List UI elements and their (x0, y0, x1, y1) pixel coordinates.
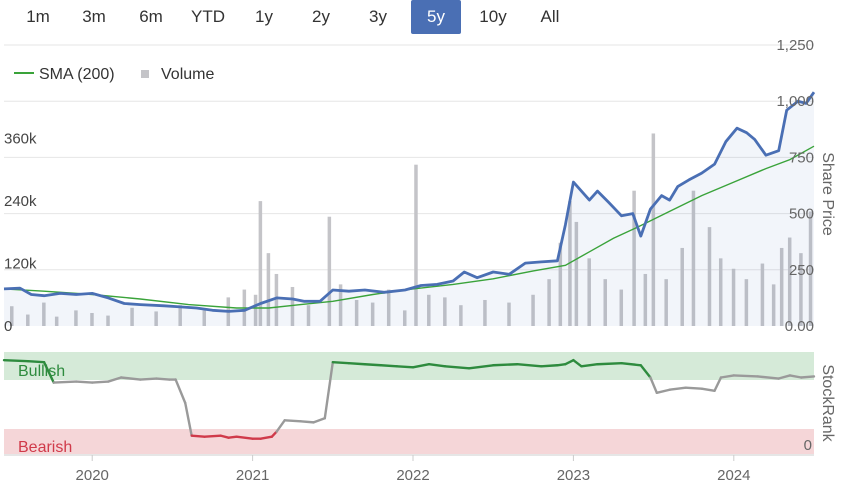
bearish-zone (4, 429, 814, 454)
stockrank-segment-35 (492, 363, 519, 367)
bullish-label: Bullish (18, 363, 65, 380)
stockrank-segment-4 (74, 380, 94, 384)
volume-tick-0: 0 (4, 318, 12, 335)
stockrank-segment-3 (52, 380, 78, 384)
legend: SMA (200) Volume (14, 66, 214, 83)
price-tick-2: 500 (789, 206, 814, 223)
stockrank-segment-52 (732, 374, 760, 378)
stockrank-segment-23 (299, 420, 315, 424)
stockrank-segment-24 (312, 417, 326, 424)
stockrank-segment-28 (363, 363, 383, 367)
stockrank-segment-48 (684, 386, 703, 390)
x-tick-2: 2022 (396, 467, 429, 482)
stockrank-segment-49 (700, 387, 716, 392)
stockrank-segment-56 (799, 375, 816, 379)
stockrank-segment-9 (155, 377, 171, 381)
stockrank-panel: Bullish Bearish 0 StockRank (2, 352, 836, 456)
stockrank-segment-27 (347, 362, 367, 366)
price-tick-0: 0.00 (785, 318, 814, 335)
x-tick-3: 2023 (557, 467, 590, 482)
stockrank-segment-37 (540, 364, 559, 368)
sma-legend-label[interactable]: SMA (200) (39, 66, 115, 83)
stock-chart: 0.00 250 500 750 1,000 1,250 0 120k 240k 360k Sh… (2, 37, 836, 482)
price-tick-1: 250 (789, 262, 814, 279)
stockrank-segment-16 (227, 435, 238, 439)
stockrank-segment-42 (596, 362, 623, 366)
stockrank-segment-26 (331, 361, 351, 365)
x-tick-1: 2021 (236, 467, 269, 482)
stockrank-segment-13 (190, 434, 206, 438)
stockrank-segment-47 (668, 386, 687, 391)
stockrank-segment-30 (395, 365, 415, 369)
stockrank-segment-1 (26, 359, 46, 364)
stockrank-segment-14 (203, 434, 222, 438)
x-axis-ticks: 2020 2021 2022 2023 2024 (76, 455, 750, 482)
price-tick-5: 1,250 (776, 37, 814, 54)
stockrank-segment-29 (379, 364, 399, 368)
stockrank-segment-22 (283, 419, 302, 423)
price-area-fill (4, 92, 814, 326)
x-tick-4: 2024 (717, 467, 750, 482)
stockrank-axis-title: StockRank (819, 364, 836, 442)
stockrank-segment-11 (174, 378, 187, 405)
stockrank-tick-0: 0 (804, 437, 812, 454)
price-axis-title: Share Price (819, 152, 836, 236)
volume-legend-label[interactable]: Volume (161, 66, 214, 83)
stockrank-segment-46 (655, 388, 671, 394)
volume-tick-2: 240k (4, 193, 37, 210)
x-tick-0: 2020 (76, 467, 109, 482)
stockrank-segment-8 (139, 377, 158, 381)
volume-tick-3: 360k (4, 131, 37, 148)
price-tick-4: 1,000 (776, 93, 814, 110)
stockrank-segment-0 (2, 358, 30, 363)
stockrank-segment-5 (91, 380, 110, 384)
stockrank-segment-38 (556, 363, 567, 367)
price-area (4, 92, 814, 326)
bearish-label: Bearish (18, 439, 72, 456)
volume-tick-1: 120k (4, 256, 37, 273)
price-tick-3: 750 (789, 149, 814, 166)
volume-legend-swatch (141, 70, 149, 78)
